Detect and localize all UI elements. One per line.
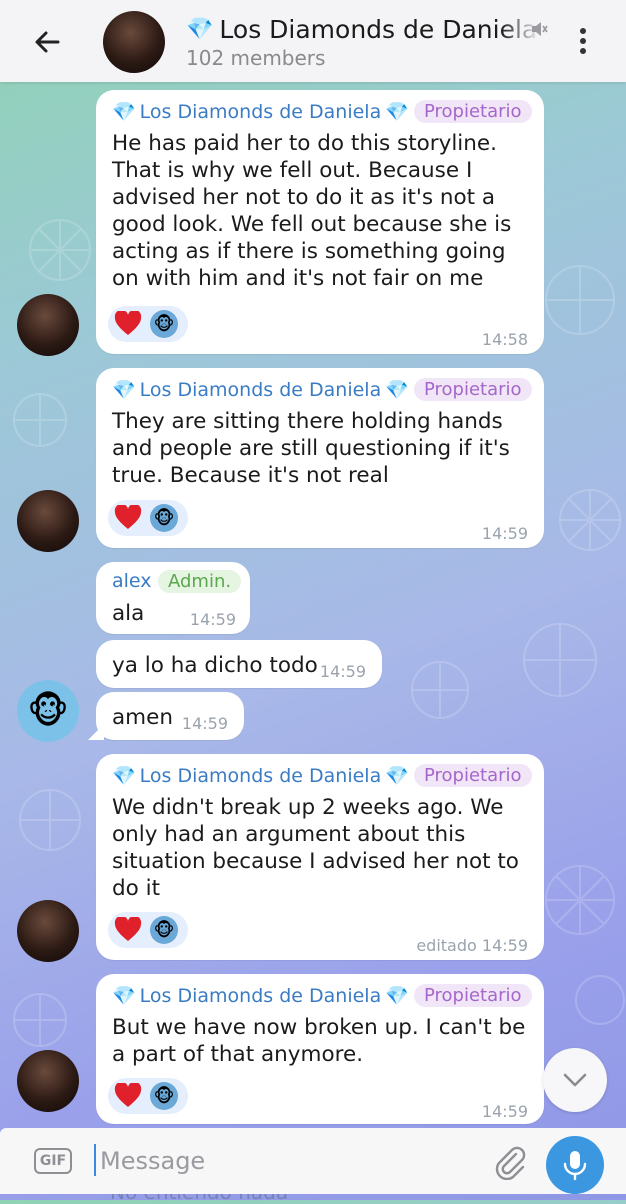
sender-avatar[interactable] [17, 1050, 79, 1112]
paperclip-icon[interactable] [490, 1142, 528, 1180]
group-title-row[interactable]: 💎 Los Diamonds de Daniela [186, 12, 546, 46]
message-text: He has paid her to do this storyline. Th… [112, 131, 512, 291]
owner-badge: Propietario [414, 100, 532, 123]
monkey-avatar-icon: 🐵 [150, 310, 178, 338]
scroll-down-button[interactable] [543, 1048, 607, 1112]
monkey-avatar-icon: 🐵 [150, 916, 178, 944]
heart-reaction-icon[interactable] [114, 917, 142, 943]
message-time: 14:59 [181, 714, 228, 733]
message-time: 14:59 [481, 524, 528, 543]
diamond-icon: 💎 [112, 765, 136, 787]
back-arrow-icon[interactable] [28, 22, 68, 62]
sender-avatar[interactable] [17, 490, 79, 552]
message-time: editado 14:59 [416, 936, 528, 955]
monkey-avatar-icon: 🐵 [27, 690, 69, 732]
microphone-icon [563, 1151, 587, 1181]
message-bubble[interactable]: 💎 Los Diamonds de Daniela 💎 Propietario … [96, 754, 544, 960]
microphone-button[interactable] [546, 1136, 604, 1194]
group-title: Los Diamonds de Daniela [219, 14, 538, 44]
reactions[interactable]: 🐵 [108, 306, 188, 342]
owner-badge: Propietario [414, 764, 532, 787]
message-time: 14:59 [189, 610, 236, 629]
sender-name[interactable]: 💎 Los Diamonds de Daniela 💎 [112, 378, 409, 402]
member-count: 102 members [186, 46, 326, 70]
diamond-icon: 💎 [385, 101, 409, 123]
message-text: They are sitting there holding hands and… [112, 409, 510, 488]
message-bubble[interactable]: 💎 Los Diamonds de Daniela 💎 Propietario … [96, 368, 544, 548]
diamond-icon: 💎 [112, 985, 136, 1007]
monkey-avatar-icon: 🐵 [150, 504, 178, 532]
reactions[interactable]: 🐵 [108, 500, 188, 536]
diamond-icon: 💎 [385, 985, 409, 1007]
reactions[interactable]: 🐵 [108, 912, 188, 948]
group-avatar[interactable] [103, 11, 165, 73]
message-bubble[interactable]: 💎 Los Diamonds de Daniela 💎 Propietario … [96, 974, 544, 1124]
heart-reaction-icon[interactable] [114, 311, 142, 337]
diamond-icon: 💎 [112, 379, 136, 401]
message-bubble[interactable]: ya lo ha dicho todo 14:59 [96, 640, 382, 688]
heart-reaction-icon[interactable] [114, 1083, 142, 1109]
sender-avatar[interactable] [17, 294, 79, 356]
message-text: But we have now broken up. I can't be a … [112, 1015, 526, 1067]
message-bubble[interactable]: 💎 Los Diamonds de Daniela 💎 Propietario … [96, 90, 544, 354]
diamond-icon: 💎 [112, 101, 136, 123]
message-composer: GIF [0, 1128, 626, 1194]
sender-name[interactable]: 💎 Los Diamonds de Daniela 💎 [112, 764, 409, 788]
sender-name[interactable]: alex [112, 570, 152, 592]
diamond-icon: 💎 [186, 16, 214, 42]
text-cursor [94, 1144, 96, 1176]
heart-reaction-icon[interactable] [114, 505, 142, 531]
message-bubble[interactable]: alex Admin. ala 14:59 [96, 562, 250, 634]
message-text: amen [112, 705, 173, 730]
gif-button[interactable]: GIF [34, 1148, 72, 1174]
monkey-avatar-icon: 🐵 [150, 1082, 178, 1110]
message-text: ya lo ha dicho todo [112, 653, 318, 678]
message-bubble[interactable]: amen 14:59 [96, 692, 244, 740]
sender-name[interactable]: 💎 Los Diamonds de Daniela 💎 [112, 984, 409, 1008]
sender-name[interactable]: 💎 Los Diamonds de Daniela 💎 [112, 100, 409, 124]
message-time: 14:59 [319, 662, 366, 681]
diamond-icon: 💎 [385, 765, 409, 787]
chat-header: 💎 Los Diamonds de Daniela 102 members [0, 0, 626, 82]
message-time: 14:58 [481, 330, 528, 349]
admin-badge: Admin. [158, 570, 242, 593]
muted-icon [532, 22, 548, 36]
reactions[interactable]: 🐵 [108, 1078, 188, 1114]
sender-avatar[interactable]: 🐵 [17, 680, 79, 742]
message-text: ala [112, 601, 145, 626]
sender-avatar[interactable] [17, 900, 79, 962]
message-time: 14:59 [481, 1102, 528, 1121]
owner-badge: Propietario [414, 984, 532, 1007]
chevron-down-icon [563, 1073, 587, 1087]
message-text: We didn't break up 2 weeks ago. We only … [112, 795, 519, 901]
owner-badge: Propietario [414, 378, 532, 401]
more-options-icon[interactable] [568, 24, 598, 58]
message-input[interactable] [98, 1140, 482, 1182]
diamond-icon: 💎 [385, 379, 409, 401]
